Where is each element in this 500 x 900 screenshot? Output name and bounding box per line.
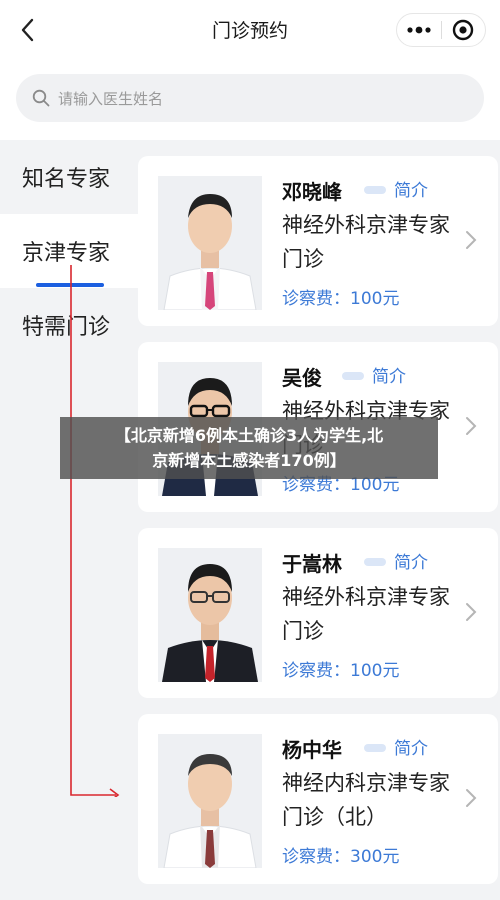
banner-line-2: 京新增本土感染者170例】 (152, 451, 346, 470)
target-circle-icon (453, 19, 474, 41)
intro-divider (364, 186, 386, 194)
consultation-fee: 诊察费：100元 (282, 661, 400, 681)
intro-divider (364, 744, 386, 752)
doctor-photo (158, 176, 262, 310)
close-mini-program-button[interactable] (441, 14, 485, 46)
top-nav-bar: 门诊预约 (0, 0, 500, 60)
mini-program-capsule (396, 13, 486, 47)
intro-link[interactable]: 简介 (394, 176, 428, 201)
doctor-card[interactable]: 杨中华 简介 神经内科京津专家门诊（北） 诊察费：300元 (138, 714, 498, 884)
search-placeholder: 请输入医生姓名 (58, 89, 164, 108)
banner-line-1: 【北京新增6例本土确诊3人为学生,北 (114, 426, 384, 445)
doctor-name: 邓晓峰 (282, 180, 342, 204)
intro-link[interactable]: 简介 (394, 734, 428, 759)
consultation-fee: 诊察费：100元 (282, 289, 400, 309)
consultation-fee: 诊察费：300元 (282, 847, 400, 867)
annotation-arrow (70, 265, 120, 797)
doctor-name: 于嵩林 (282, 552, 342, 576)
doctor-photo (158, 734, 262, 868)
doctor-photo (158, 548, 262, 682)
sidebar-item-label: 知名专家 (22, 167, 111, 192)
doctor-department: 神经内科京津专家门诊（北） (282, 771, 450, 829)
doctor-card[interactable]: 于嵩林 简介 神经外科京津专家门诊 诊察费：100元 (138, 528, 498, 698)
doctor-department: 神经外科京津专家门诊 (282, 213, 450, 271)
search-area: 请输入医生姓名 (0, 60, 500, 140)
intro-link[interactable]: 简介 (372, 362, 406, 387)
chevron-right-icon (466, 603, 477, 621)
doctor-name: 杨中华 (282, 738, 342, 762)
search-input[interactable]: 请输入医生姓名 (16, 74, 484, 122)
chevron-right-icon (466, 231, 477, 249)
search-icon (32, 89, 50, 107)
more-button[interactable] (397, 14, 441, 46)
sidebar-item-famous-experts[interactable]: 知名专家 (0, 140, 138, 214)
doctor-list: 邓晓峰 简介 神经外科京津专家门诊 诊察费：100元 吴俊 简介 神经外科京津专… (138, 140, 500, 900)
chevron-right-icon (466, 417, 477, 435)
intro-divider (342, 372, 364, 380)
sidebar-item-label: 京津专家 (22, 241, 111, 266)
doctor-department: 神经外科京津专家门诊 (282, 585, 450, 643)
intro-divider (364, 558, 386, 566)
news-overlay-banner: 【北京新增6例本土确诊3人为学生,北 京新增本土感染者170例】 (60, 417, 438, 479)
intro-link[interactable]: 简介 (394, 548, 428, 573)
chevron-right-icon (466, 789, 477, 807)
doctor-name: 吴俊 (282, 366, 322, 390)
more-dots-icon (407, 26, 431, 34)
doctor-card[interactable]: 邓晓峰 简介 神经外科京津专家门诊 诊察费：100元 (138, 156, 498, 326)
